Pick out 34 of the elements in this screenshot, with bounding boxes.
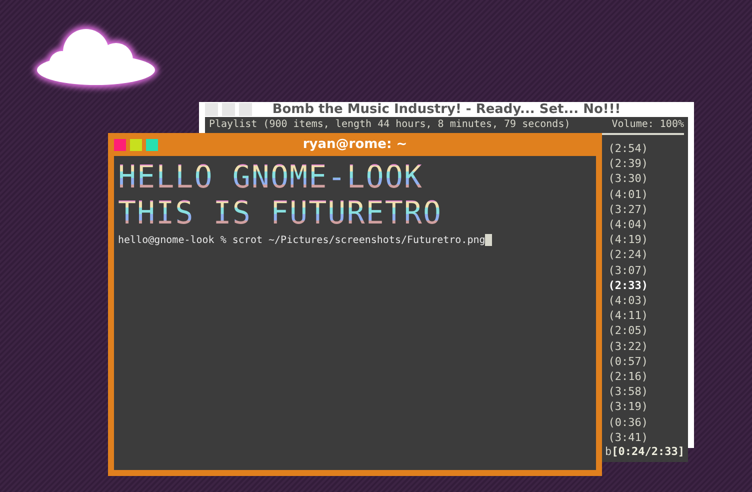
track-duration[interactable]: (3:27) (608, 202, 648, 218)
text-cursor (485, 234, 492, 246)
playback-time: [0:24/2:33] (612, 445, 684, 458)
command-line: hello@gnome-look % scrot ~/Pictures/screenshots/Futuretro.png (118, 234, 486, 246)
track-duration[interactable]: (4:03) (608, 293, 648, 308)
status-text: b (605, 445, 612, 458)
track-duration[interactable]: (2:16) (608, 369, 648, 384)
track-duration[interactable]: (2:05) (608, 323, 648, 339)
track-duration[interactable]: (3:30) (608, 171, 648, 187)
maximize-button[interactable] (146, 138, 158, 150)
track-duration[interactable]: (4:19) (608, 232, 648, 248)
playlist-header: Playlist (900 items, length 44 hours, 8 minutes, 79 seconds) (209, 119, 570, 130)
window-title: Bomb the Music Industry! - Ready... Set... No!!! (271, 102, 622, 117)
minimize-button[interactable] (130, 138, 142, 150)
track-duration[interactable]: (3:41) (608, 430, 648, 446)
track-duration[interactable]: (2:24) (608, 247, 648, 263)
close-button[interactable] (114, 138, 126, 150)
track-duration[interactable]: (2:33) (608, 278, 648, 294)
track-duration[interactable]: (3:07) (608, 262, 648, 278)
track-duration[interactable]: (2:39) (608, 156, 648, 172)
window-title: ryan@rome: ~ (302, 137, 408, 152)
track-duration[interactable]: (0:36) (608, 414, 648, 430)
track-duration[interactable]: (3:19) (608, 399, 648, 415)
track-duration[interactable]: (4:11) (608, 308, 648, 324)
window-button[interactable] (205, 103, 218, 116)
track-duration[interactable]: (3:22) (608, 338, 648, 354)
track-duration[interactable]: (4:04) (608, 217, 648, 232)
window-button[interactable] (239, 103, 252, 116)
volume-label: Volume: 100% (612, 119, 684, 130)
track-duration[interactable]: (3:58) (608, 384, 648, 400)
window-button[interactable] (222, 103, 235, 116)
track-duration[interactable]: (0:57) (608, 354, 648, 370)
track-duration[interactable]: (4:01) (608, 186, 648, 202)
track-duration[interactable]: (2:54) (608, 141, 648, 156)
